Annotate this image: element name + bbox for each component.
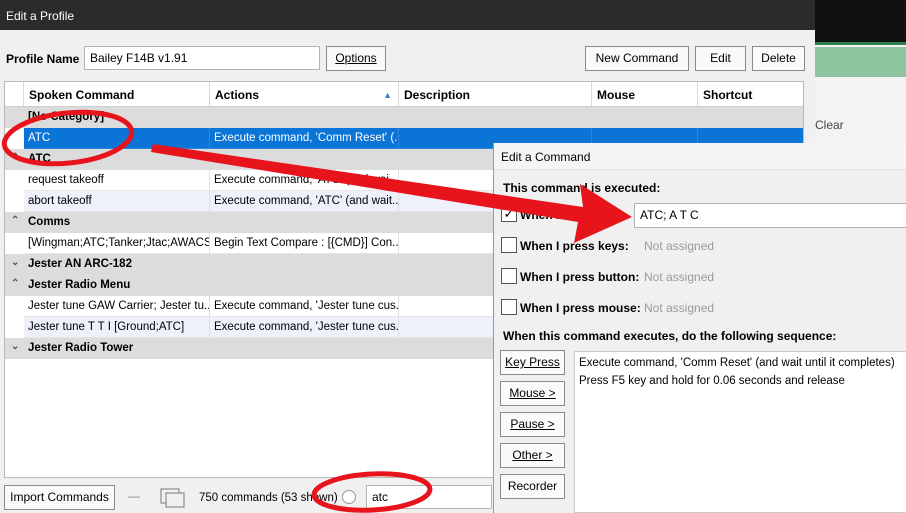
executed-label: This command is executed: [503,181,661,195]
action-cell: Execute command, 'ATC' (and wai... [210,170,399,191]
import-commands-button[interactable]: Import Commands [4,485,115,510]
pause-button-label: Pause > [510,417,555,431]
category-name: [No Category] [28,111,105,123]
new-command-button-label: New Command [595,51,679,65]
press-mouse-label: When I press mouse: [520,301,641,315]
column-description[interactable]: Description [399,82,592,107]
profile-name-label: Profile Name [6,52,80,66]
column-mouse[interactable]: Mouse [592,82,698,107]
row-indent [5,191,24,212]
expand-chevron-icon[interactable]: ⌄ [11,257,19,268]
collapse-icon[interactable]: — [128,489,140,503]
filter-clear-icon[interactable] [342,490,356,504]
category-name: ATC [28,153,51,165]
when-say-label: When I say [520,208,583,222]
column-shortcut[interactable]: Shortcut [698,82,803,107]
command-count: 750 commands (53 shown) [199,492,338,504]
press-mouse-checkbox[interactable] [501,299,517,315]
category-row[interactable]: [No Category] [5,107,803,128]
category-name: Jester AN ARC-182 [28,258,132,270]
collapse-chevron-icon[interactable]: ⌃ [11,215,19,226]
collapse-chevron-icon[interactable]: ⌃ [11,278,19,289]
profile-toolbar: Profile Name Bailey F14B v1.91 Options N… [0,44,815,74]
mouse-button[interactable]: Mouse > [500,381,565,406]
sequence-label: When this command executes, do the follo… [503,329,837,343]
background-app-header [815,0,906,42]
press-button-checkbox[interactable] [501,268,517,284]
recorder-button[interactable]: Recorder [500,474,565,499]
sort-ascending-icon: ▲ [383,90,392,100]
row-indent [5,317,24,338]
press-mouse-value[interactable]: Not assigned [644,301,714,315]
spoken-command-cell: ATC [24,128,210,149]
pause-button[interactable]: Pause > [500,412,565,437]
action-cell: Execute command, 'Comm Reset' (... [210,128,399,149]
press-keys-checkbox[interactable] [501,237,517,253]
sequence-item[interactable]: Press F5 key and hold for 0.06 seconds a… [579,372,902,390]
grid-header: Spoken Command Actions ▲ Description Mou… [5,82,803,107]
spoken-command-cell: Jester tune T T I [Ground;ATC] [24,317,210,338]
row-indent [5,170,24,191]
category-name: Jester Radio Tower [28,342,134,354]
options-button-label: Options [335,51,377,65]
spoken-command-cell: request takeoff [24,170,210,191]
command-window-title: Edit a Command [494,143,906,170]
other-button-label: Other > [512,448,553,462]
row-indent [5,233,24,254]
import-commands-label: Import Commands [10,490,109,504]
category-name: Comms [28,216,71,228]
column-actions[interactable]: Actions ▲ [210,82,399,107]
delete-button[interactable]: Delete [752,46,805,71]
action-cell: Begin Text Compare : [{CMD}] Con... [210,233,399,254]
recorder-button-label: Recorder [507,479,558,493]
mouse-button-label: Mouse > [509,386,556,400]
background-app-green-bar [815,47,906,77]
edit-command-window: Edit a Command This command is executed:… [493,143,906,513]
background-app-accent [815,42,906,45]
spoken-command-cell: [Wingman;ATC;Tanker;Jtac;AWACS;... [24,233,210,254]
key-press-label: Key Press [505,355,560,369]
edit-button[interactable]: Edit [695,46,746,71]
delete-button-label: Delete [761,51,796,65]
action-cell: Execute command, 'Jester tune cus... [210,296,399,317]
spoken-command-cell: abort takeoff [24,191,210,212]
profile-name-input[interactable]: Bailey F14B v1.91 [84,46,320,70]
spoken-command-cell: Jester tune GAW Carrier; Jester tu... [24,296,210,317]
press-button-label: When I press button: [520,270,640,284]
press-keys-label: When I press keys: [520,239,629,253]
column-spoken-command[interactable]: Spoken Command [24,82,210,107]
press-button-value[interactable]: Not assigned [644,270,714,284]
when-say-input[interactable]: ATC; A T C [634,203,906,228]
sequence-item[interactable]: Execute command, 'Comm Reset' (and wait … [579,354,902,372]
key-press-button[interactable]: Key Press [500,350,565,375]
options-button[interactable]: Options [326,46,386,71]
row-indent [5,296,24,317]
other-button[interactable]: Other > [500,443,565,468]
edit-button-label: Edit [710,51,731,65]
when-say-checkbox[interactable]: ✓ [501,206,517,222]
action-cell: Execute command, 'ATC' (and wait... [210,191,399,212]
filter-input[interactable]: atc [366,485,492,509]
row-indent [5,128,24,149]
new-command-button[interactable]: New Command [585,46,689,71]
action-sequence-list[interactable]: Execute command, 'Comm Reset' (and wait … [574,351,906,513]
press-keys-value[interactable]: Not assigned [644,239,714,253]
column-actions-label: Actions [215,88,260,102]
action-cell: Execute command, 'Jester tune cus... [210,317,399,338]
expand-chevron-icon[interactable]: ⌄ [11,341,19,352]
expand-icon[interactable] [160,488,186,508]
category-name: Jester Radio Menu [28,279,131,291]
collapse-chevron-icon[interactable]: ⌃ [11,152,19,163]
clear-label[interactable]: Clear [815,118,844,132]
header-spacer [5,82,24,107]
window-title: Edit a Profile [0,0,815,30]
